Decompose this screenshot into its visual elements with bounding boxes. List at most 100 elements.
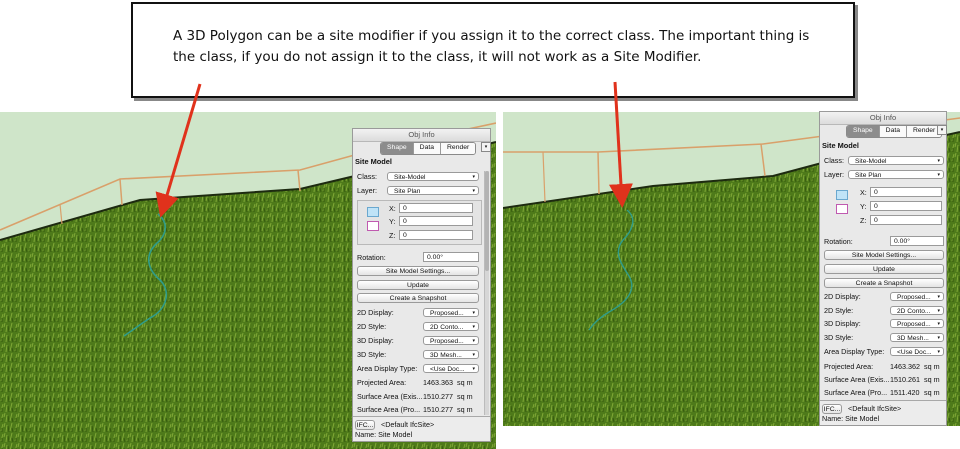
class-label: Class: (357, 172, 377, 181)
x-label: X: (860, 188, 867, 197)
surface-area-existing-value: 1510.277 (423, 392, 453, 401)
z-field[interactable]: 0 (870, 215, 942, 225)
callout-text: A 3D Polygon can be a site modifier if y… (173, 26, 823, 68)
3d-style-select[interactable]: 3D Mesh... ▾ (890, 333, 944, 342)
layer-select[interactable]: Site Plan ▾ (387, 186, 479, 195)
panel-scrollbar[interactable] (484, 171, 489, 415)
class-select[interactable]: Site-Model ▾ (387, 172, 479, 181)
update-button[interactable]: Update (824, 264, 944, 274)
chevron-down-icon: ▾ (472, 338, 475, 344)
z-field[interactable]: 0 (399, 230, 473, 240)
2d-style-select[interactable]: 2D Conto... ▾ (890, 306, 944, 315)
position-icon[interactable] (367, 221, 379, 231)
rotation-field[interactable]: 0.00° (423, 252, 479, 262)
2d-display-label: 2D Display: (824, 292, 861, 301)
surface-area-existing-unit: sq m (924, 375, 940, 384)
tab-render[interactable]: Render (441, 143, 476, 154)
area-display-type-select[interactable]: <Use Doc... ▾ (423, 364, 479, 373)
alignment-icon[interactable] (836, 190, 848, 200)
x-field[interactable]: 0 (399, 203, 473, 213)
section-title: Site Model (822, 141, 859, 150)
tab-bar: Shape Data Render (380, 142, 477, 155)
z-label: Z: (860, 216, 867, 225)
panel-title: Obj Info (820, 112, 946, 125)
obj-info-panel-left: Obj Info Shape Data Render ▾ Site Model … (352, 128, 491, 442)
3d-style-label: 3D Style: (357, 350, 387, 359)
callout-line-1: A 3D Polygon can be a site modifier if y… (173, 28, 810, 44)
projected-area-label: Projected Area: (357, 378, 407, 387)
surface-area-proposed-value: 1510.277 (423, 405, 453, 414)
tab-shape[interactable]: Shape (381, 143, 414, 154)
chevron-down-icon: ▾ (937, 335, 940, 341)
class-label: Class: (824, 156, 844, 165)
panel-menu-icon[interactable]: ▾ (937, 125, 947, 135)
position-icon[interactable] (836, 204, 848, 214)
panel-menu-icon[interactable]: ▾ (481, 142, 491, 152)
alignment-icon[interactable] (367, 207, 379, 217)
chevron-down-icon: ▾ (472, 174, 475, 180)
scroll-thumb[interactable] (485, 171, 489, 271)
chevron-down-icon: ▾ (937, 308, 940, 314)
create-snapshot-button[interactable]: Create a Snapshot (824, 278, 944, 288)
tab-bar: Shape Data Render (846, 125, 943, 138)
surface-area-proposed-value: 1511.420 (890, 388, 920, 397)
chevron-down-icon: ▾ (937, 349, 940, 355)
y-label: Y: (389, 217, 396, 226)
layer-select[interactable]: Site Plan ▾ (848, 170, 944, 179)
panel-footer: IFC... <Default IfcSite> Name: Site Mode… (353, 416, 490, 441)
surface-area-existing-value: 1510.261 (890, 375, 920, 384)
3d-display-label: 3D Display: (357, 336, 394, 345)
class-select[interactable]: Site-Model ▾ (848, 156, 944, 165)
surface-area-proposed-label: Surface Area (Pro... (824, 388, 888, 397)
y-label: Y: (860, 202, 867, 211)
update-button[interactable]: Update (357, 280, 479, 290)
chevron-down-icon: ▾ (472, 366, 475, 372)
site-model-settings-button[interactable]: Site Model Settings... (824, 250, 944, 260)
chevron-down-icon: ▾ (937, 321, 940, 327)
site-model-settings-button[interactable]: Site Model Settings... (357, 266, 479, 276)
tab-shape[interactable]: Shape (847, 126, 880, 137)
ifc-value: <Default IfcSite> (848, 404, 902, 413)
name-line: Name: Site Model (355, 430, 413, 439)
projected-area-value: 1463.363 (423, 378, 453, 387)
area-display-type-select[interactable]: <Use Doc... ▾ (890, 347, 944, 356)
rotation-label: Rotation: (824, 237, 853, 246)
chevron-down-icon: ▾ (472, 310, 475, 316)
surface-area-proposed-unit: sq m (924, 388, 940, 397)
3d-style-select[interactable]: 3D Mesh... ▾ (423, 350, 479, 359)
projected-area-value: 1463.362 (890, 362, 920, 371)
surface-area-existing-label: Surface Area (Exis... (824, 375, 890, 384)
chevron-down-icon: ▾ (472, 352, 475, 358)
ifc-button[interactable]: IFC... (822, 404, 842, 414)
2d-display-select[interactable]: Proposed... ▾ (890, 292, 944, 301)
2d-display-select[interactable]: Proposed... ▾ (423, 308, 479, 317)
rotation-label: Rotation: (357, 253, 386, 262)
projected-area-unit: sq m (924, 362, 940, 371)
2d-display-label: 2D Display: (357, 308, 394, 317)
chevron-down-icon: ▾ (937, 172, 940, 178)
ifc-button[interactable]: IFC... (355, 420, 375, 430)
y-field[interactable]: 0 (870, 201, 942, 211)
create-snapshot-button[interactable]: Create a Snapshot (357, 293, 479, 303)
callout-box: A 3D Polygon can be a site modifier if y… (131, 2, 855, 98)
obj-info-panel-right: Obj Info Shape Data Render ▾ Site Model … (819, 111, 947, 426)
3d-display-select[interactable]: Proposed... ▾ (423, 336, 479, 345)
tab-data[interactable]: Data (879, 126, 908, 137)
chevron-down-icon: ▾ (937, 158, 940, 164)
panel-title: Obj Info (353, 129, 490, 142)
ifc-value: <Default IfcSite> (381, 420, 435, 429)
2d-style-select[interactable]: 2D Conto... ▾ (423, 322, 479, 331)
tab-data[interactable]: Data (413, 143, 442, 154)
surface-area-existing-unit: sq m (457, 392, 473, 401)
chevron-down-icon: ▾ (937, 294, 940, 300)
rotation-field[interactable]: 0.00° (890, 236, 944, 246)
surface-area-proposed-label: Surface Area (Pro... (357, 405, 421, 414)
3d-display-select[interactable]: Proposed... ▾ (890, 319, 944, 328)
2d-style-label: 2D Style: (357, 322, 387, 331)
x-label: X: (389, 204, 396, 213)
y-field[interactable]: 0 (399, 216, 473, 226)
area-display-type-label: Area Display Type: (824, 347, 885, 356)
section-title: Site Model (355, 157, 392, 166)
layer-label: Layer: (357, 186, 377, 195)
x-field[interactable]: 0 (870, 187, 942, 197)
